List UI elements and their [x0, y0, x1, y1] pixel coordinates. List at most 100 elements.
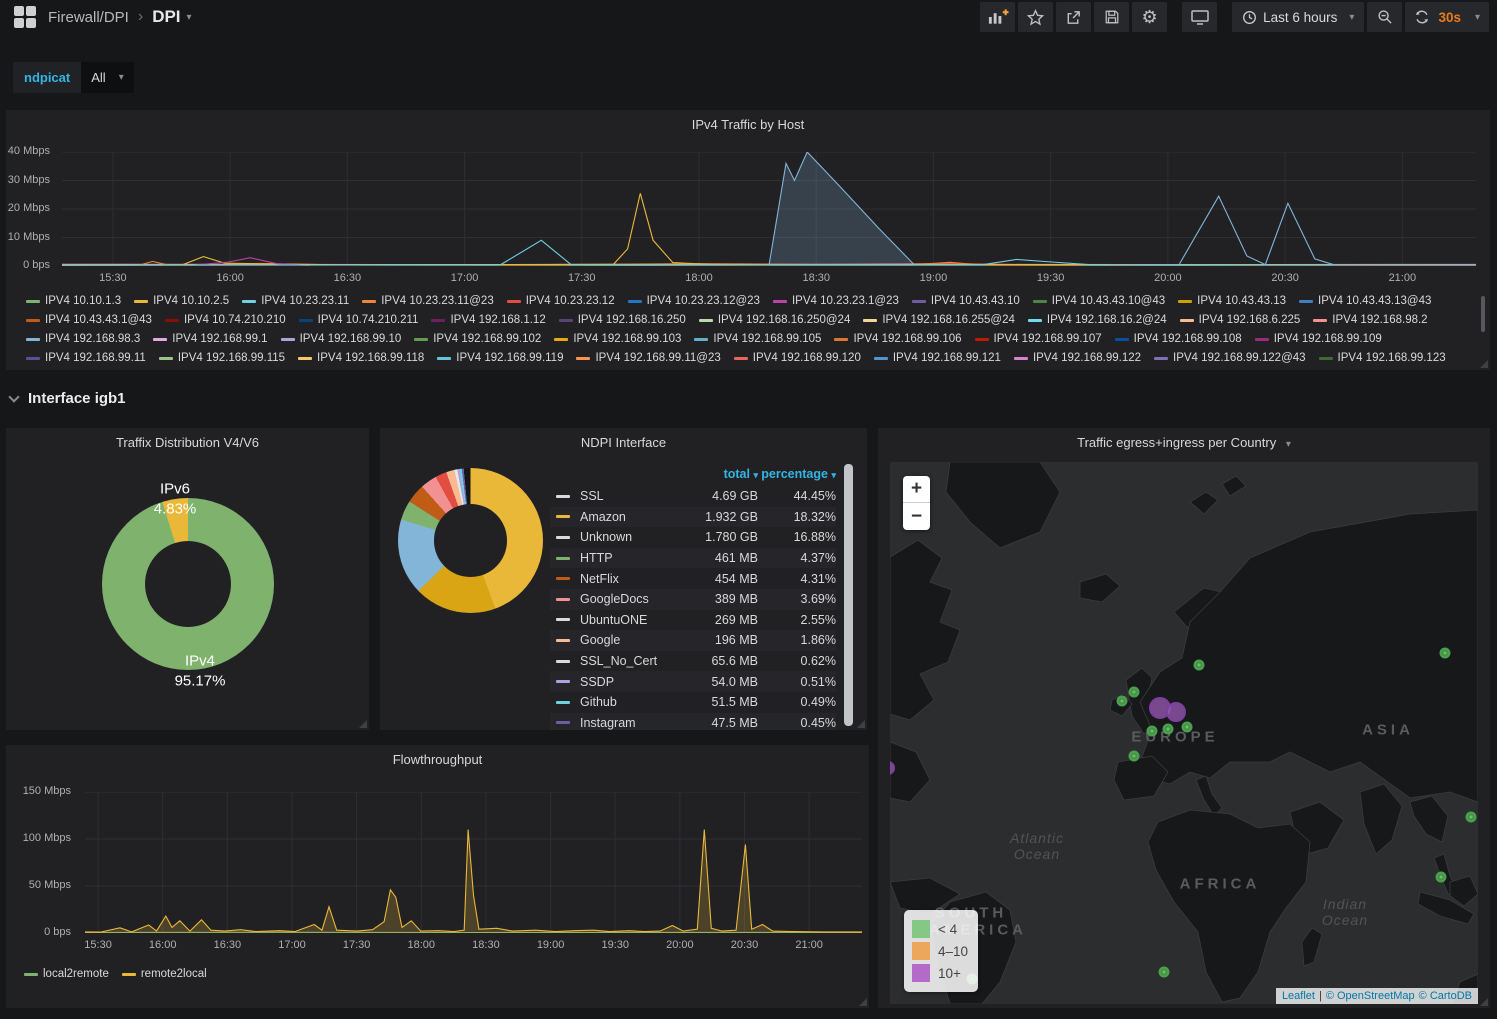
refresh-button[interactable]: 30s ▾	[1405, 2, 1489, 32]
legend-item[interactable]: IPV4 10.43.43.10	[912, 294, 1020, 309]
table-row[interactable]: SSL 4.69 GB 44.45%	[550, 486, 836, 507]
legend-item[interactable]: IPV4 192.168.99.106	[834, 332, 961, 347]
map-marker-low[interactable]	[1466, 812, 1477, 823]
star-button[interactable]	[1018, 2, 1053, 32]
openstreetmap-link[interactable]: © OpenStreetMap	[1326, 990, 1415, 1002]
table-row[interactable]: Instagram 47.5 MB 0.45%	[550, 713, 836, 730]
map-marker-low[interactable]	[1163, 724, 1174, 735]
legend-item[interactable]: IPV4 192.168.98.2	[1313, 313, 1427, 328]
panel-title[interactable]: Traffic egress+ingress per Country ▾	[878, 435, 1490, 450]
cartodb-link[interactable]: © CartoDB	[1419, 990, 1472, 1002]
table-row[interactable]: SSDP 54.0 MB 0.51%	[550, 671, 836, 692]
legend-item[interactable]: IPV4 192.168.16.250@24	[699, 313, 851, 328]
legend-item[interactable]: IPV4 192.168.6.225	[1180, 313, 1301, 328]
map-marker-low[interactable]	[1117, 696, 1128, 707]
map-zoom-in-button[interactable]: +	[903, 476, 930, 503]
map-marker-low[interactable]	[1159, 967, 1170, 978]
panel-resize-handle[interactable]	[857, 720, 865, 728]
world-map[interactable]: NORTHAMERICAEUROPEASIAAFRICAAtlanticOcea…	[890, 462, 1478, 1004]
legend-item[interactable]: IPV4 10.23.23.1@23	[773, 294, 899, 309]
panel-resize-handle[interactable]	[859, 998, 867, 1006]
refresh-interval-caret-icon[interactable]: ▾	[1475, 12, 1480, 23]
map-marker-high[interactable]	[1166, 702, 1186, 722]
legend-item[interactable]: IPV4 192.168.99.118	[298, 351, 424, 366]
panel-resize-handle[interactable]	[1480, 998, 1488, 1006]
map-marker-low[interactable]	[1436, 872, 1447, 883]
map-marker-low[interactable]	[1147, 726, 1158, 737]
table-row[interactable]: NetFlix 454 MB 4.31%	[550, 568, 836, 589]
leaflet-link[interactable]: Leaflet	[1282, 990, 1315, 1002]
legend-item[interactable]: IPV4 192.168.99.109	[1255, 332, 1382, 347]
legend-item[interactable]: IPV4 10.10.2.5	[134, 294, 229, 309]
save-button[interactable]	[1094, 2, 1129, 32]
legend-item[interactable]: IPV4 10.23.23.12	[507, 294, 615, 309]
legend-item[interactable]: IPV4 192.168.99.105	[694, 332, 821, 347]
legend-item[interactable]: IPV4 10.43.43.13@43	[1299, 294, 1431, 309]
legend-item[interactable]: IPV4 192.168.99.11	[26, 351, 146, 366]
column-header-percentage[interactable]: percentage ▾	[758, 467, 836, 481]
legend-item[interactable]: IPV4 10.23.23.12@23	[628, 294, 760, 309]
legend-item[interactable]: remote2local	[122, 967, 207, 982]
cycle-view-button[interactable]	[1182, 2, 1217, 32]
legend-item[interactable]: IPV4 192.168.99.119	[437, 351, 563, 366]
panel-resize-handle[interactable]	[359, 720, 367, 728]
table-row[interactable]: Amazon 1.932 GB 18.32%	[550, 507, 836, 528]
legend-item[interactable]: IPV4 10.74.210.211	[299, 313, 419, 328]
map-marker-low[interactable]	[1129, 751, 1140, 762]
table-row[interactable]: Github 51.5 MB 0.49%	[550, 692, 836, 713]
panel-title[interactable]: NDPI Interface	[380, 435, 867, 450]
table-scrollbar[interactable]	[844, 464, 853, 726]
table-row[interactable]: UbuntuONE 269 MB 2.55%	[550, 610, 836, 631]
breadcrumb-folder[interactable]: Firewall/DPI	[48, 9, 129, 26]
legend-item[interactable]: IPV4 192.168.99.1	[153, 332, 267, 347]
panel-title[interactable]: IPv4 Traffic by Host	[6, 117, 1490, 132]
legend-item[interactable]: IPV4 192.168.99.11@23	[576, 351, 720, 366]
legend-item[interactable]: IPV4 10.74.210.210	[165, 313, 286, 328]
legend-item[interactable]: IPV4 192.168.99.122@43	[1154, 351, 1306, 366]
ndpi-donut-chart[interactable]	[398, 468, 543, 613]
refresh-interval-label[interactable]: 30s	[1438, 10, 1461, 25]
legend-scrollbar[interactable]	[1481, 296, 1485, 332]
legend-item[interactable]: IPV4 10.43.43.10@43	[1033, 294, 1165, 309]
grafana-logo-icon[interactable]	[14, 6, 36, 28]
legend-item[interactable]: IPV4 10.43.43.13	[1178, 294, 1286, 309]
panel-resize-handle[interactable]	[1480, 360, 1488, 368]
map-marker-low[interactable]	[1194, 660, 1205, 671]
legend-item[interactable]: IPV4 10.10.1.3	[26, 294, 121, 309]
legend-item[interactable]: local2remote	[24, 967, 109, 982]
legend-item[interactable]: IPV4 192.168.99.103	[554, 332, 681, 347]
legend-item[interactable]: IPV4 192.168.99.107	[975, 332, 1102, 347]
time-range-picker[interactable]: Last 6 hours ▾	[1232, 2, 1364, 32]
legend-item[interactable]: IPV4 192.168.99.108	[1115, 332, 1242, 347]
legend-item[interactable]: IPV4 192.168.16.255@24	[863, 313, 1015, 328]
map-zoom-out-button[interactable]: −	[903, 503, 930, 530]
legend-item[interactable]: IPV4 10.23.23.11@23	[362, 294, 494, 309]
legend-item[interactable]: IPV4 192.168.16.2@24	[1028, 313, 1167, 328]
legend-item[interactable]: IPV4 192.168.99.102	[414, 332, 541, 347]
map-marker-low[interactable]	[1182, 722, 1193, 733]
legend-item[interactable]: IPV4 192.168.99.115	[159, 351, 285, 366]
table-row[interactable]: Unknown 1.780 GB 16.88%	[550, 527, 836, 548]
share-button[interactable]	[1056, 2, 1091, 32]
column-header-total[interactable]: total ▾	[666, 467, 758, 481]
table-row[interactable]: GoogleDocs 389 MB 3.69%	[550, 589, 836, 610]
zoom-out-time-button[interactable]	[1367, 2, 1402, 32]
table-row[interactable]: SSL_No_Cert 65.6 MB 0.62%	[550, 651, 836, 672]
map-marker-low[interactable]	[1129, 687, 1140, 698]
legend-item[interactable]: IPV4 192.168.99.10	[281, 332, 402, 347]
variable-value-dropdown[interactable]: All ▾	[81, 62, 133, 93]
legend-item[interactable]: IPV4 10.23.23.11	[242, 294, 349, 309]
legend-item[interactable]: IPV4 192.168.1.12	[431, 313, 545, 328]
row-header-interface-igb1[interactable]: Interface igb1	[10, 390, 126, 407]
legend-item[interactable]: IPV4 192.168.99.120	[734, 351, 861, 366]
legend-item[interactable]: IPV4 192.168.98.3	[26, 332, 140, 347]
legend-item[interactable]: IPV4 192.168.16.250	[559, 313, 686, 328]
traffix-donut-chart[interactable]	[102, 498, 274, 670]
panel-menu-caret-icon[interactable]: ▾	[1286, 439, 1291, 450]
legend-item[interactable]: IPV4 192.168.99.122	[1014, 351, 1141, 366]
panel-title[interactable]: Traffix Distribution V4/V6	[6, 435, 369, 450]
table-row[interactable]: HTTP 461 MB 4.37%	[550, 548, 836, 569]
settings-button[interactable]: ⚙	[1132, 2, 1167, 32]
panel-title[interactable]: Flowthroughput	[6, 752, 869, 767]
map-marker-low[interactable]	[1440, 648, 1451, 659]
